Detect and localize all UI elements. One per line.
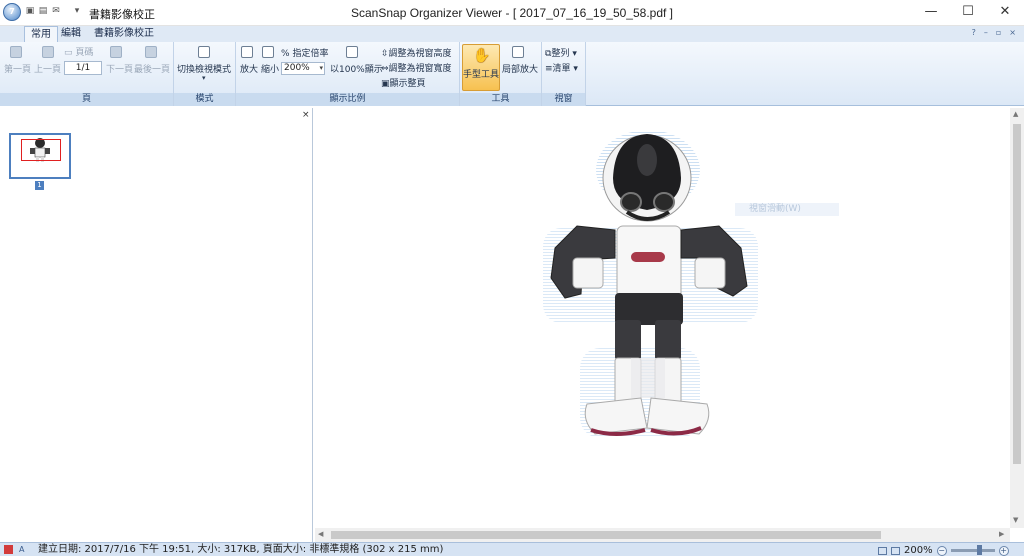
scroll-down-icon[interactable]: ▼	[1013, 516, 1018, 524]
status-bar: A 建立日期: 2017/7/16 下午 19:51, 大小: 317KB, 頁…	[0, 542, 1024, 556]
zoom-slider-handle[interactable]	[976, 545, 982, 555]
hand-icon: ✋	[473, 48, 491, 64]
ribbon-minimize-button[interactable]: –	[984, 28, 988, 37]
zoom-in-icon	[241, 46, 253, 58]
maximize-button[interactable]: ☐	[950, 0, 986, 26]
tab-home[interactable]: 常用	[24, 26, 58, 42]
view-mode-icon	[198, 46, 210, 58]
chevron-down-icon[interactable]: ▾	[319, 63, 323, 74]
first-page-icon	[10, 46, 22, 58]
print-icon[interactable]: ▤	[38, 6, 48, 16]
group-scale: 放大 縮小 % 指定倍率 200% ▾ 以100%顯示 ⇳調整為視窗高度 ⇔調整為…	[236, 42, 460, 106]
hand-tool-button[interactable]: ✋ 手型工具	[462, 44, 500, 91]
page-number-input[interactable]: 1/1	[64, 61, 102, 75]
percent-icon: %	[281, 49, 290, 59]
thumbnail-viewport-frame	[21, 139, 61, 161]
specify-zoom-button[interactable]: % 指定倍率	[281, 46, 328, 59]
minimize-button[interactable]: —	[913, 0, 949, 26]
zoom-slider[interactable]	[950, 545, 995, 555]
actual-size-button[interactable]: 以100%顯示	[330, 62, 383, 75]
group-label-tools: 工具	[460, 93, 541, 106]
ribbon-restore-button[interactable]: ▫	[996, 28, 1001, 37]
close-panel-icon[interactable]: ×	[302, 110, 310, 120]
next-page-button[interactable]: 下一頁	[106, 62, 133, 75]
fit-height-icon: ⇳	[381, 49, 389, 59]
list-icon: ≡	[545, 64, 553, 74]
close-button[interactable]: ✕	[987, 0, 1023, 26]
prev-page-button[interactable]: 上一頁	[34, 62, 61, 75]
thumbnail-page-number: 1	[35, 181, 44, 190]
ribbon-tabs: 常用 編輯 書籍影像校正 ? – ▫ ×	[0, 26, 1024, 42]
group-label-mode: 模式	[174, 93, 235, 106]
mail-icon[interactable]: ✉	[51, 6, 61, 16]
font-icon: A	[19, 545, 25, 554]
arrange-button[interactable]: ⧉整列 ▾	[545, 46, 577, 59]
zoom-in-button[interactable]: 放大	[240, 62, 258, 75]
zoom-combo[interactable]: 200% ▾	[281, 62, 325, 75]
fit-width-icon: ⇔	[381, 64, 389, 74]
vertical-scroll-thumb[interactable]	[1013, 124, 1021, 464]
last-page-button[interactable]: 最後一頁	[134, 62, 170, 75]
group-label-page: 頁	[0, 93, 173, 106]
fit-page-icon: ▣	[381, 79, 390, 89]
customize-qat-icon[interactable]: ▾	[72, 6, 82, 16]
ribbon: ▭ 頁碼 第一頁 上一頁 1/1 下一頁 最後一頁 頁 切換檢視模式 ▾ 模式 …	[0, 42, 1024, 106]
vertical-scrollbar[interactable]: ▲ ▼	[1010, 108, 1024, 528]
zoom-controls: 200% − +	[878, 544, 1009, 556]
horizontal-scrollbar[interactable]: ◀ ▶	[315, 528, 1010, 542]
fit-view-icon-2[interactable]	[891, 546, 900, 555]
list-button[interactable]: ≡清單 ▾	[545, 61, 578, 74]
chevron-down-icon[interactable]: ▾	[202, 74, 206, 82]
scroll-up-icon[interactable]: ▲	[1013, 110, 1018, 118]
partial-zoom-icon	[512, 46, 524, 58]
last-page-icon	[145, 46, 157, 58]
zoom-out-icon	[262, 46, 274, 58]
zoom-level: 200%	[904, 545, 933, 556]
help-icon[interactable]: ?	[972, 28, 976, 37]
fit-height-button[interactable]: ⇳調整為視窗高度	[381, 46, 452, 59]
title-bar: 7 ▣ ▤ ✉ ▾ 書籍影像校正 ScanSnap Organizer View…	[0, 0, 1024, 26]
tab-book-correction[interactable]: 書籍影像校正	[88, 26, 160, 42]
partial-zoom-button[interactable]: 局部放大	[502, 62, 538, 75]
scroll-right-icon[interactable]: ▶	[999, 530, 1004, 538]
actual-size-icon	[346, 46, 358, 58]
zoom-in-status-button[interactable]: +	[998, 545, 1009, 556]
pdf-icon	[4, 545, 13, 554]
status-icons: A	[4, 545, 28, 554]
ribbon-window-controls: ? – ▫ ×	[972, 28, 1016, 37]
group-page: ▭ 頁碼 第一頁 上一頁 1/1 下一頁 最後一頁 頁	[0, 42, 174, 106]
next-page-icon	[110, 46, 122, 58]
quick-access-toolbar: ▣ ▤ ✉ ▾	[25, 6, 82, 16]
save-icon[interactable]: ▣	[25, 6, 35, 16]
fit-view-icon[interactable]	[878, 546, 887, 555]
horizontal-scroll-thumb[interactable]	[331, 531, 881, 539]
ribbon-close-button[interactable]: ×	[1009, 28, 1016, 37]
robot-scan-image	[543, 130, 758, 438]
document-view[interactable]	[315, 108, 1024, 542]
faint-overlay-label: 視窗滑動(W)	[735, 203, 839, 216]
fit-page-button[interactable]: ▣顯示整頁	[381, 76, 426, 89]
context-tab-title: 書籍影像校正	[89, 8, 155, 21]
group-label-view: 視窗	[542, 93, 585, 106]
status-text: 建立日期: 2017/7/16 下午 19:51, 大小: 317KB, 頁面大…	[38, 544, 444, 555]
tab-edit[interactable]: 編輯	[55, 26, 87, 42]
first-page-button[interactable]: 第一頁	[4, 62, 31, 75]
page-number-label: ▭ 頁碼	[64, 48, 94, 58]
prev-page-icon	[42, 46, 54, 58]
page-thumbnail[interactable]	[9, 133, 71, 179]
group-mode: 切換檢視模式 ▾ 模式	[174, 42, 236, 106]
app-menu-button[interactable]: 7	[3, 3, 21, 21]
fit-width-button[interactable]: ⇔調整為視窗寬度	[381, 61, 452, 74]
group-label-scale: 顯示比例	[236, 93, 459, 106]
scroll-left-icon[interactable]: ◀	[318, 530, 323, 538]
hand-tool-label: 手型工具	[463, 70, 500, 80]
zoom-out-status-button[interactable]: −	[936, 545, 947, 556]
group-view: ⧉整列 ▾ ≡清單 ▾ 視窗	[542, 42, 586, 106]
zoom-out-button[interactable]: 縮小	[261, 62, 279, 75]
